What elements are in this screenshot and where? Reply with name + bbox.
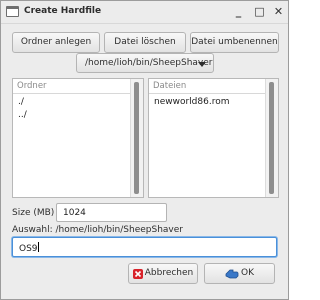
chevron-down-icon — [198, 62, 206, 67]
ok-button-label: OK — [241, 268, 254, 278]
create-hardfile-dialog: Create Hardfile _ □ ✕ Ordner anlegen Dat… — [0, 0, 289, 300]
file-list-scrollbar[interactable] — [265, 79, 278, 197]
text-caret — [37, 242, 39, 252]
folder-list-scroll-thumb[interactable] — [134, 82, 139, 194]
close-button[interactable]: ✕ — [271, 4, 286, 19]
path-dropdown-value: /home/lioh/bin/SheepShaver — [85, 58, 213, 68]
folder-item[interactable]: ./ — [18, 97, 24, 107]
cancel-x-icon — [132, 268, 143, 279]
filename-input[interactable]: OS9 — [12, 237, 277, 257]
maximize-button[interactable]: □ — [252, 4, 267, 19]
title-bar[interactable]: Create Hardfile _ □ ✕ — [1, 1, 288, 24]
filename-input-value: OS9 — [19, 244, 38, 254]
size-input-value: 1024 — [63, 208, 86, 218]
rename-file-button[interactable]: Datei umbenennen — [190, 32, 279, 53]
path-dropdown[interactable]: /home/lioh/bin/SheepShaver — [76, 53, 214, 73]
folder-list-header[interactable]: Ordner — [13, 79, 131, 94]
ok-button[interactable]: OK — [204, 263, 275, 284]
minimize-button[interactable]: _ — [231, 4, 246, 19]
file-item[interactable]: newworld86.rom — [154, 97, 229, 107]
delete-file-button[interactable]: Datei löschen — [104, 32, 186, 53]
ok-hand-icon — [225, 269, 239, 279]
size-label: Size (MB) — [12, 208, 55, 218]
cancel-button[interactable]: Abbrechen — [128, 263, 198, 284]
file-list-header[interactable]: Dateien — [149, 79, 266, 94]
create-folder-button[interactable]: Ordner anlegen — [12, 32, 100, 53]
file-list-scroll-thumb[interactable] — [269, 82, 274, 194]
file-list[interactable]: Dateien newworld86.rom — [148, 78, 279, 198]
window-title: Create Hardfile — [24, 6, 102, 16]
folder-list[interactable]: Ordner ./ ../ — [12, 78, 144, 198]
selection-label: Auswahl: /home/lioh/bin/SheepShaver — [12, 225, 183, 235]
folder-item[interactable]: ../ — [18, 110, 27, 120]
folder-list-header-label: Ordner — [17, 81, 47, 91]
folder-list-scrollbar[interactable] — [130, 79, 143, 197]
cancel-button-label: Abbrechen — [144, 268, 194, 278]
window-icon — [6, 6, 19, 17]
size-input[interactable]: 1024 — [56, 203, 167, 222]
file-list-header-label: Dateien — [153, 81, 187, 91]
